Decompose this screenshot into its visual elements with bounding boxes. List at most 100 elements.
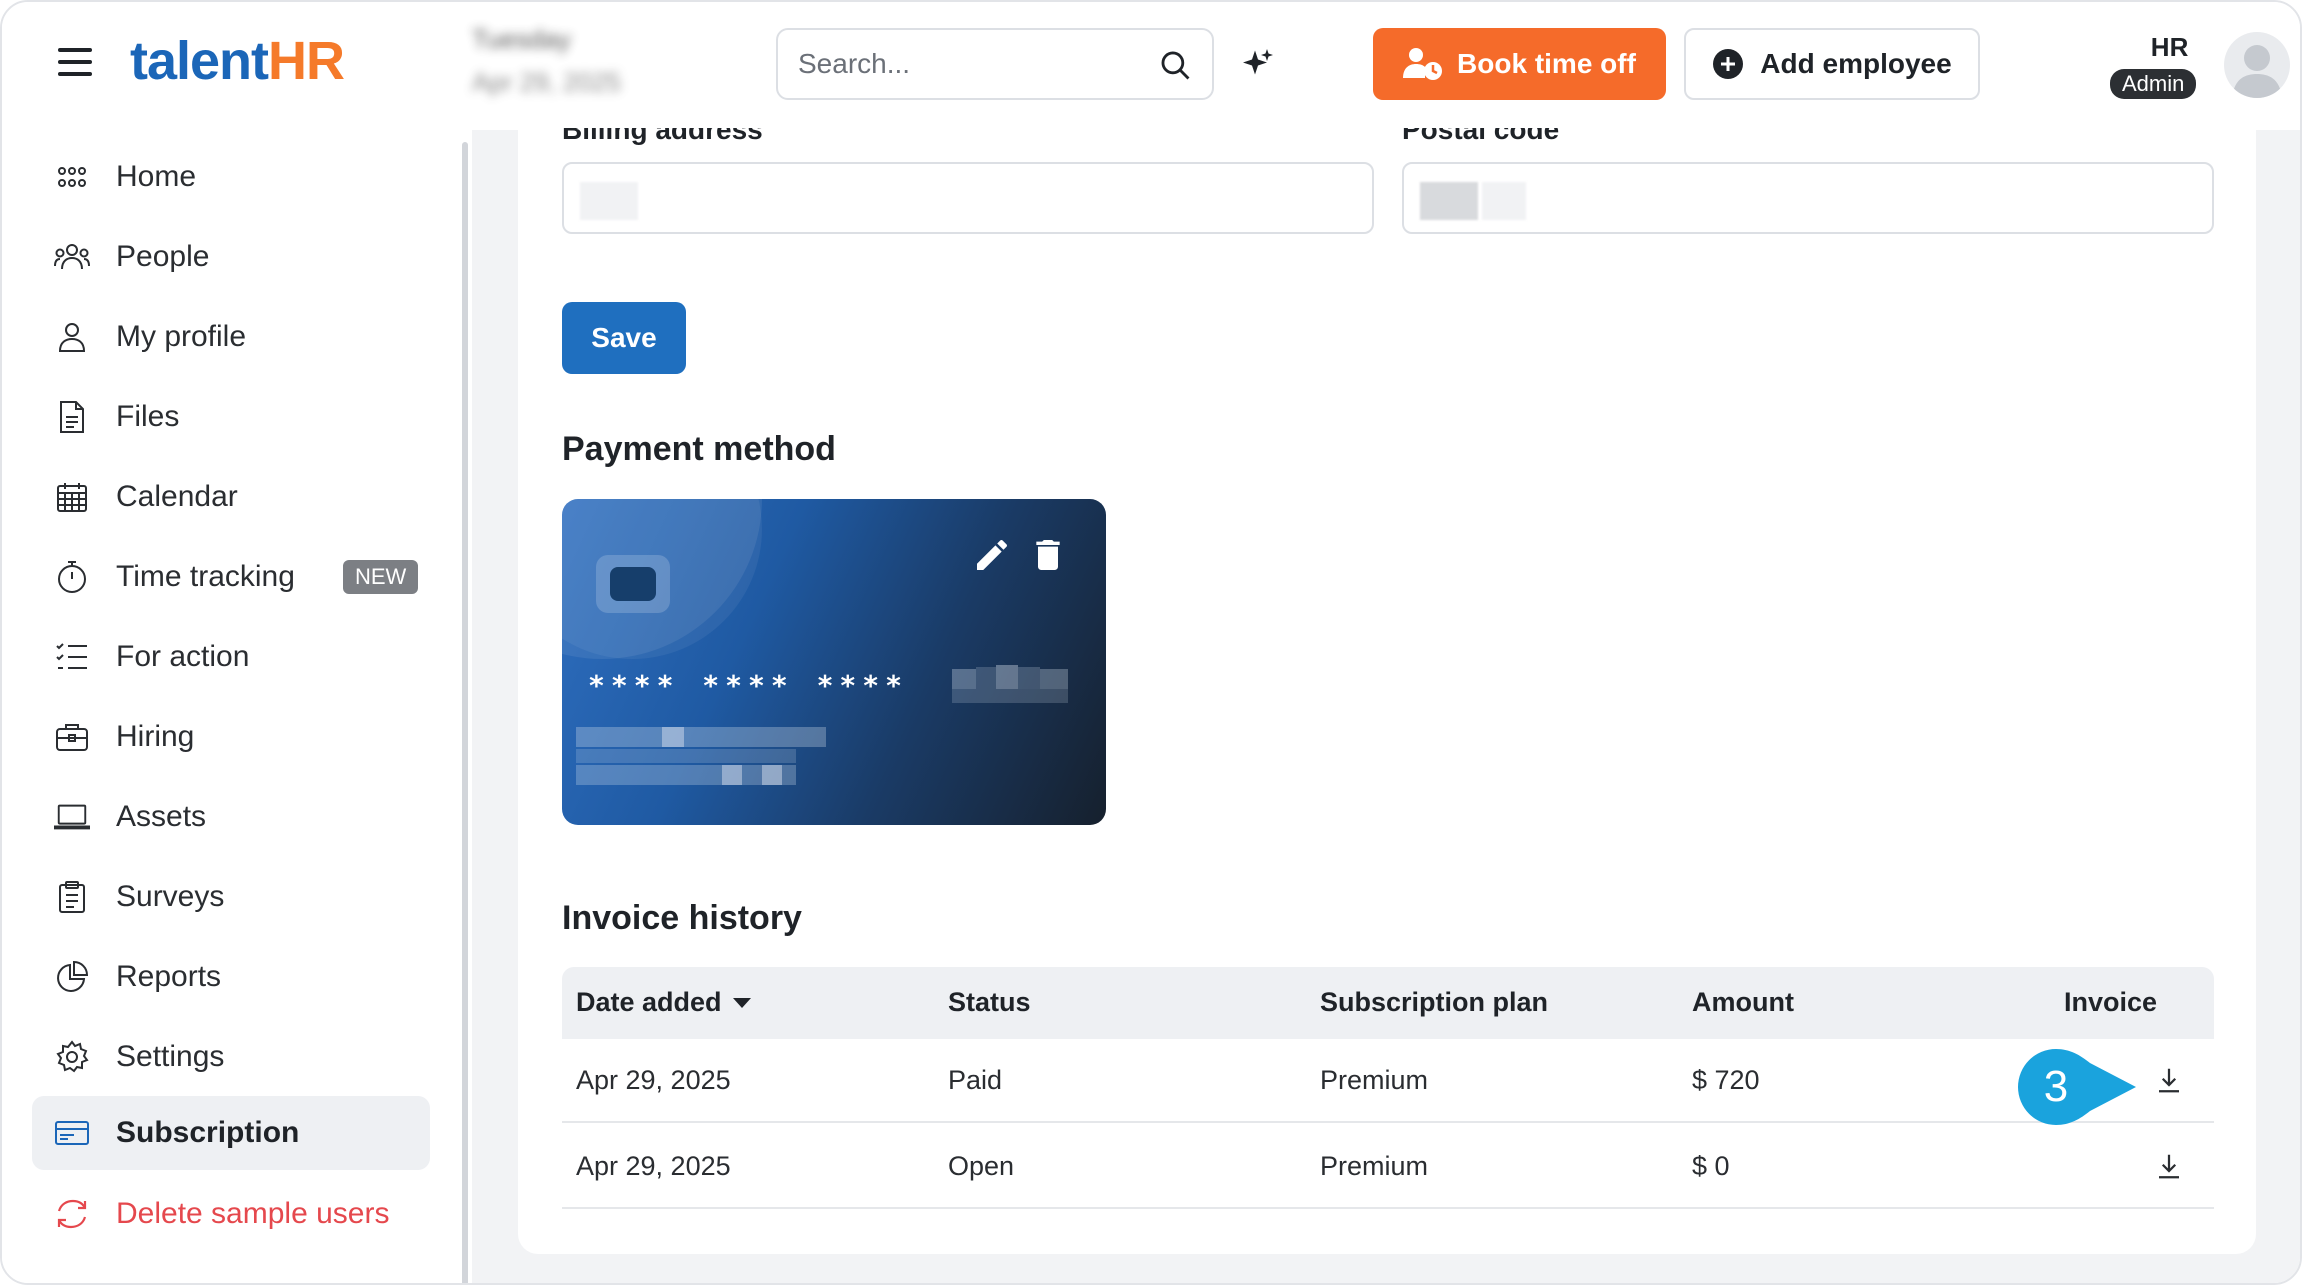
invoice-history-title: Invoice history <box>562 899 802 937</box>
sidebar-item-calendar[interactable]: Calendar <box>32 460 430 534</box>
sidebar-item-label: Home <box>116 160 197 193</box>
add-employee-label: Add employee <box>1760 48 1952 79</box>
user-icon <box>58 323 86 352</box>
stopwatch-icon <box>58 561 86 593</box>
user-name: HR <box>2150 32 2189 62</box>
column-date-added[interactable]: Date added <box>576 987 752 1018</box>
table-row: Apr 29, 2025 Paid Premium $ 720 <box>562 1039 2214 1123</box>
column-status: Status <box>948 987 1031 1017</box>
checklist-icon <box>56 643 87 669</box>
sidebar-item-label: Subscription <box>116 1116 300 1149</box>
column-subscription-plan: Subscription plan <box>1320 987 1549 1017</box>
current-date: Tuesday Apr 29, 2025 <box>472 24 621 98</box>
redacted-value <box>1482 182 1526 220</box>
row-amount: $ 720 <box>1692 1065 1760 1095</box>
redacted-value <box>1420 182 1478 220</box>
sidebar-item-for-action[interactable]: For action <box>32 620 430 694</box>
laptop-icon <box>54 804 90 830</box>
sidebar-item-time-tracking[interactable]: Time tracking NEW <box>32 540 430 614</box>
ai-sparkle-icon[interactable] <box>1240 46 1276 82</box>
table-row: Apr 29, 2025 Open Premium $ 0 <box>562 1125 2214 1209</box>
clipboard-icon <box>59 881 85 913</box>
sidebar-item-label: Calendar <box>116 480 238 513</box>
sidebar-item-reports[interactable]: Reports <box>32 940 430 1014</box>
top-header: talentHR Tuesday Apr 29, 2025 Book time … <box>2 2 2300 130</box>
app-window: talentHR Tuesday Apr 29, 2025 Book time … <box>0 0 2302 1285</box>
redacted-value <box>580 182 638 220</box>
sidebar-item-label: Assets <box>116 800 207 833</box>
search-box[interactable] <box>776 28 1214 100</box>
card-number-masked: **** **** **** <box>588 669 909 702</box>
edit-icon[interactable] <box>972 535 1012 575</box>
sidebar-item-assets[interactable]: Assets <box>32 780 430 854</box>
row-plan: Premium <box>1320 1065 1429 1095</box>
row-status: Open <box>948 1151 1015 1181</box>
payment-method-title: Payment method <box>562 430 836 468</box>
pie-chart-icon <box>57 960 89 992</box>
sidebar-item-label: For action <box>116 640 250 673</box>
sidebar-item-people[interactable]: People <box>32 220 430 294</box>
sort-desc-icon[interactable] <box>732 996 752 1010</box>
sidebar-item-label: Reports <box>116 960 222 993</box>
sidebar-item-files[interactable]: Files <box>32 380 430 454</box>
menu-icon[interactable] <box>58 48 92 78</box>
date-day: Tuesday <box>472 24 571 54</box>
sidebar-item-my-profile[interactable]: My profile <box>32 300 430 374</box>
gear-icon <box>56 1040 89 1073</box>
sidebar-item-home[interactable]: Home <box>32 140 430 214</box>
invoice-table-header: Date added Status Subscription plan Amou… <box>562 967 2214 1039</box>
payment-card: **** **** **** <box>562 499 1106 825</box>
add-employee-button[interactable]: Add employee <box>1684 28 1980 100</box>
row-plan: Premium <box>1320 1151 1429 1181</box>
user-menu[interactable]: HR Admin <box>2110 32 2197 99</box>
book-time-off-label: Book time off <box>1457 48 1636 79</box>
search-input[interactable] <box>798 44 1138 84</box>
credit-card-icon <box>55 1121 89 1145</box>
sidebar-item-label: Hiring <box>116 720 195 753</box>
sidebar-item-settings[interactable]: Settings <box>32 1020 430 1094</box>
people-icon <box>54 244 90 270</box>
sidebar-scrollbar[interactable] <box>462 142 468 1283</box>
briefcase-icon <box>56 724 88 751</box>
sidebar-item-label: Delete sample users <box>116 1197 390 1230</box>
date-full: Apr 29, 2025 <box>472 67 621 97</box>
column-label: Date added <box>576 987 722 1017</box>
trash-icon[interactable] <box>1028 535 1068 575</box>
sidebar-item-delete-sample-users[interactable]: Delete sample users <box>32 1177 430 1251</box>
sidebar-item-label: My profile <box>116 320 247 353</box>
row-status: Paid <box>948 1065 1003 1095</box>
sidebar-item-hiring[interactable]: Hiring <box>32 700 430 774</box>
row-date: Apr 29, 2025 <box>576 1065 731 1095</box>
sidebar-item-subscription[interactable]: Subscription <box>32 1096 430 1170</box>
sync-icon <box>57 1199 87 1229</box>
step-number: 3 <box>2044 1062 2068 1111</box>
avatar[interactable] <box>2224 32 2290 98</box>
calendar-icon <box>57 483 87 512</box>
billing-address-field[interactable] <box>562 162 1374 234</box>
user-role-badge: Admin <box>2110 69 2197 99</box>
step-callout-marker: 3 <box>2018 1049 2136 1125</box>
plus-circle-icon <box>1713 49 1744 79</box>
postal-code-field[interactable] <box>1402 162 2214 234</box>
logo-hr-text: HR <box>268 31 345 91</box>
save-button[interactable]: Save <box>562 302 686 374</box>
sidebar-item-surveys[interactable]: Surveys <box>32 860 430 934</box>
sidebar-item-label: Files <box>116 400 180 433</box>
download-icon[interactable] <box>2154 1065 2184 1095</box>
logo-talent-text: talent <box>130 31 269 91</box>
app-logo[interactable]: talentHR <box>130 30 345 92</box>
column-amount: Amount <box>1692 987 1794 1017</box>
book-time-off-button[interactable]: Book time off <box>1373 28 1666 100</box>
file-icon <box>60 401 84 433</box>
sidebar-item-label: People <box>116 240 210 273</box>
sidebar-item-label: Settings <box>116 1040 225 1073</box>
sidebar-item-label: Time tracking <box>116 560 295 593</box>
user-clock-icon <box>1403 48 1443 80</box>
row-amount: $ 0 <box>1692 1151 1730 1181</box>
new-badge: NEW <box>342 560 419 594</box>
card-chip <box>596 555 670 613</box>
download-icon[interactable] <box>2154 1151 2184 1181</box>
sidebar-item-label: Surveys <box>116 880 225 913</box>
search-icon[interactable] <box>1158 48 1192 82</box>
avatar-placeholder-icon <box>2232 45 2282 98</box>
